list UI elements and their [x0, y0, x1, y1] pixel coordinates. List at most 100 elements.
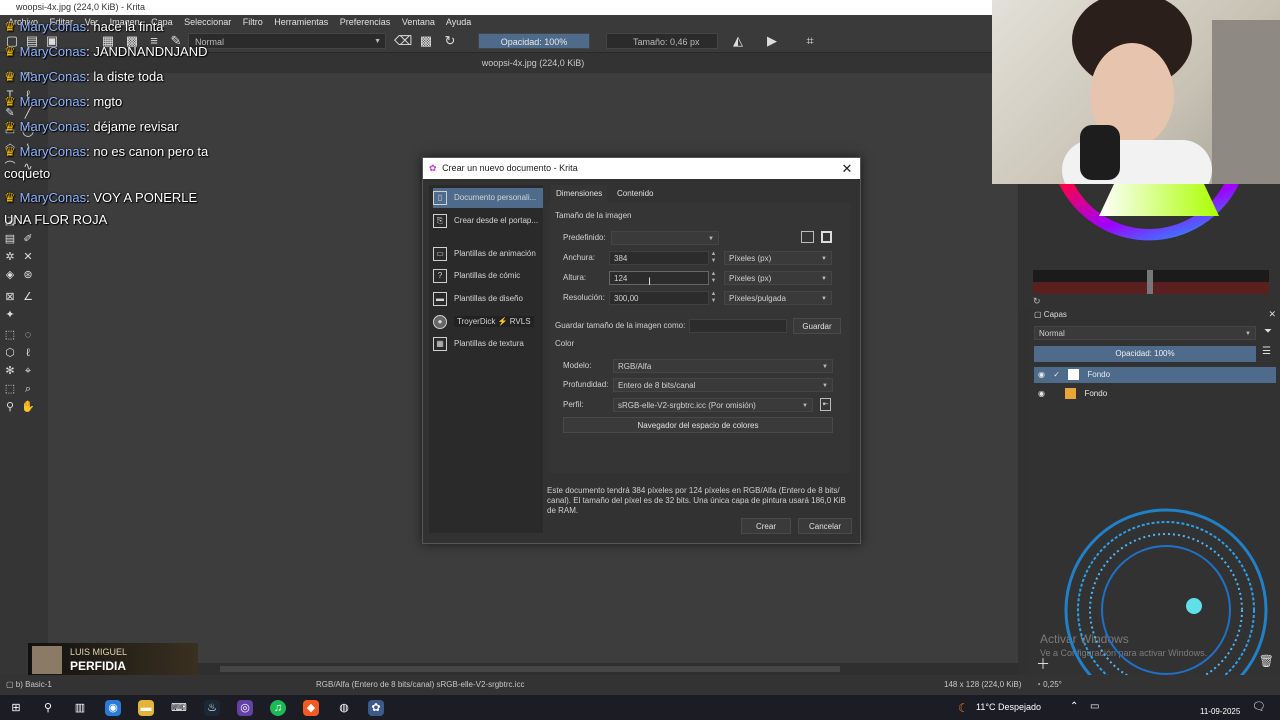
enclose-fill-icon[interactable]: ⊛	[20, 267, 36, 283]
mirror-horizontal-icon[interactable]: ◭	[730, 33, 746, 49]
eraser-icon[interactable]: ⌫	[394, 33, 412, 49]
brush-preset-status[interactable]: ▢ b) Basic-1	[6, 675, 52, 695]
blend-mode-select[interactable]: Normal ▼	[188, 33, 386, 49]
windows-start-icon[interactable]: ⊞	[8, 700, 24, 716]
reload-icon[interactable]: ↻	[442, 33, 458, 49]
sidebar-item-label: Plantillas de textura	[454, 339, 524, 348]
notification-icon[interactable]: 🗨	[1252, 700, 1266, 713]
brave-icon[interactable]: ◆	[303, 700, 319, 716]
save-size-input[interactable]	[689, 319, 787, 333]
menu-herramientas[interactable]: Herramientas	[274, 17, 328, 27]
opacity-slider[interactable]: Opacidad: 100%	[478, 33, 590, 49]
portrait-icon[interactable]	[821, 231, 832, 243]
filter-icon[interactable]: ⏷	[1264, 326, 1272, 337]
model-select[interactable]: RGB/Alfa ▼	[613, 359, 833, 373]
resolution-input[interactable]: 300,00	[609, 291, 709, 305]
magnetic-select-icon[interactable]: ⌕	[20, 381, 36, 397]
terminal-icon[interactable]: ⌨	[171, 700, 187, 716]
steam-icon[interactable]: ♨	[204, 700, 220, 716]
resolution-unit-select[interactable]: Píxeles/pulgada ▼	[724, 291, 832, 305]
width-unit-select[interactable]: Píxeles (px) ▼	[724, 251, 832, 265]
layer-blend-mode[interactable]: Normal ▼	[1034, 326, 1256, 340]
cancel-button[interactable]: Cancelar	[798, 518, 852, 534]
menu-seleccionar[interactable]: Seleccionar	[184, 17, 231, 27]
sidebar-item-texture-templates[interactable]: ▦ Plantillas de textura	[433, 334, 543, 354]
sidebar-item-stream-alert[interactable]: ● TroyerDick ⚡ RVLS	[433, 312, 543, 332]
create-button[interactable]: Crear	[741, 518, 791, 534]
freehand-select-icon[interactable]: ℓ	[20, 345, 36, 361]
copilot-icon[interactable]: ◉	[105, 700, 121, 716]
wrap-around-icon[interactable]: ⌗	[802, 33, 818, 49]
assistant-icon[interactable]: ✕	[20, 249, 36, 265]
sidebar-item-comic-templates[interactable]: ? Plantillas de cómic	[433, 266, 543, 286]
sidebar-item-design-templates[interactable]: ▬ Plantillas de diseño	[433, 289, 543, 309]
height-unit-select[interactable]: Píxeles (px) ▼	[724, 271, 832, 285]
close-icon[interactable]: ✕	[1268, 309, 1276, 320]
eye-icon[interactable]: ◉	[1038, 370, 1045, 379]
menu-filtro[interactable]: Filtro	[243, 17, 263, 27]
profile-select[interactable]: sRGB-elle-V2-srgbtrc.icc (Por omisión) ▼	[613, 398, 813, 412]
brush-preset-label: b) Basic-1	[15, 680, 52, 689]
crop-icon[interactable]: ⊠	[2, 289, 18, 305]
contiguous-select-icon[interactable]: ✻	[2, 363, 18, 379]
rect-select-icon[interactable]: ⬚	[2, 327, 18, 343]
search-icon[interactable]: ⚲	[40, 700, 56, 716]
polygon-select-icon[interactable]: ⬡	[2, 345, 18, 361]
bezier-select-icon[interactable]: ⬚	[2, 381, 18, 397]
spotify-icon[interactable]: ♫	[270, 700, 286, 716]
layer-opacity-slider[interactable]: Opacidad: 100%	[1034, 346, 1256, 362]
color-selector-panel[interactable]: ↻	[1019, 184, 1280, 308]
mirror-vertical-icon[interactable]: ▶	[764, 33, 780, 49]
smart-patch-icon[interactable]: ✲	[2, 249, 18, 265]
krita-icon[interactable]: ✿	[368, 700, 384, 716]
obs-icon[interactable]: ◎	[237, 700, 253, 716]
height-label: Altura:	[563, 273, 587, 282]
predefined-select[interactable]: ▼	[611, 231, 719, 245]
width-input[interactable]: 384	[609, 251, 709, 265]
zoom-status[interactable]: ◔ 0,25°	[1036, 675, 1062, 695]
similar-select-icon[interactable]: ⌖	[20, 363, 36, 379]
ellipse-select-icon[interactable]: ◌	[20, 327, 36, 343]
sidebar-item-animation-templates[interactable]: ▭ Plantillas de animación	[433, 244, 543, 264]
landscape-icon[interactable]	[801, 231, 814, 243]
height-input[interactable]: 124	[609, 271, 709, 285]
tab-dimensions[interactable]: Dimensiones	[551, 185, 608, 204]
height-spinner-icon[interactable]: ▲ ▼	[709, 271, 718, 285]
width-spinner-icon[interactable]: ▲ ▼	[709, 251, 718, 265]
measure-icon[interactable]: ∠	[20, 289, 36, 305]
close-icon[interactable]: ✕	[840, 158, 854, 179]
resolution-spinner-icon[interactable]: ▲ ▼	[709, 291, 718, 305]
weather-text[interactable]: 11°C Despejado	[976, 702, 1041, 712]
color-wheel[interactable]: ↻	[1019, 184, 1280, 308]
depth-select[interactable]: Entero de 8 bits/canal ▼	[613, 378, 833, 392]
eye-icon[interactable]: ◉	[1038, 389, 1045, 398]
scrollbar-thumb[interactable]	[220, 666, 840, 672]
reference-icon[interactable]: ✦	[2, 307, 18, 323]
eyedropper-icon[interactable]: ✐	[20, 231, 36, 247]
menu-icon[interactable]: ☰	[1262, 346, 1271, 357]
preserve-alpha-icon[interactable]: ▩	[418, 33, 434, 49]
import-profile-icon[interactable]: ⇤	[820, 398, 831, 411]
menu-ventana[interactable]: Ventana	[402, 17, 435, 27]
tab-content[interactable]: Contenido	[612, 185, 658, 203]
layer-row[interactable]: ◉ Fondo	[1034, 386, 1276, 402]
fill-icon[interactable]: ◈	[2, 267, 18, 283]
task-view-icon[interactable]: ▥	[72, 700, 88, 716]
gradient-tool-icon[interactable]: ▤	[2, 231, 18, 247]
tray-chevron-icon[interactable]: ⌃	[1070, 701, 1078, 712]
layer-row[interactable]: ◉ ✓ Fondo	[1034, 367, 1276, 383]
sidebar-item-custom-document[interactable]: ▯ Documento personali...	[433, 188, 543, 208]
size-slider[interactable]: Tamaño: 0,46 px	[606, 33, 718, 49]
colorspace-browser-button[interactable]: Navegador del espacio de colores	[563, 417, 833, 433]
menu-ayuda[interactable]: Ayuda	[446, 17, 471, 27]
clock-date[interactable]: 11-09-2025	[1200, 707, 1240, 716]
sidebar-item-from-clipboard[interactable]: ⎘ Crear desde el portap...	[433, 211, 543, 231]
zoom-icon[interactable]: ⚲	[2, 399, 18, 415]
check-icon[interactable]: ✓	[1053, 370, 1060, 379]
menu-preferencias[interactable]: Preferencias	[340, 17, 391, 27]
save-size-button[interactable]: Guardar	[793, 318, 841, 334]
file-explorer-icon[interactable]: ▬	[138, 700, 154, 716]
chrome-icon[interactable]: ◍	[336, 700, 352, 716]
pan-icon[interactable]: ✋	[20, 399, 36, 415]
network-icon[interactable]: ▭	[1090, 701, 1099, 712]
